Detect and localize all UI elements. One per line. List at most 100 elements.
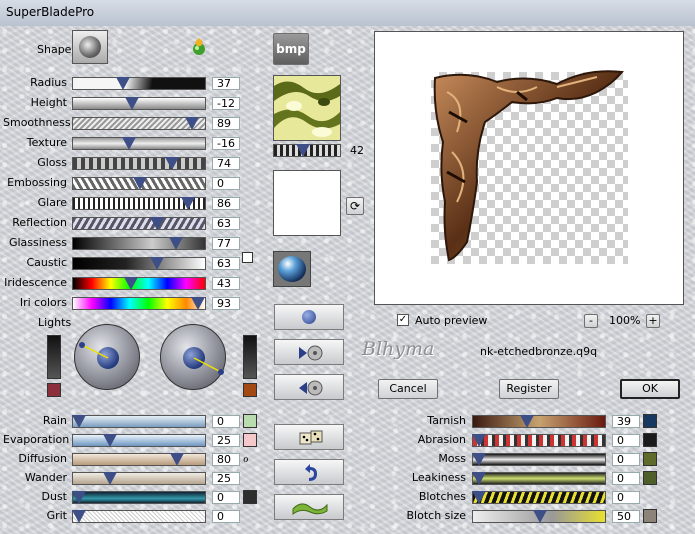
ok-button[interactable]: OK [620,379,680,399]
height-slider-thumb[interactable] [124,97,139,110]
moss-color-swatch[interactable] [643,452,657,466]
dust-color-swatch[interactable] [243,490,257,504]
diffusion-link-icon[interactable]: ℴ [243,451,249,465]
glare-slider[interactable] [72,197,206,210]
glassiness-slider-thumb[interactable] [169,237,184,250]
diffusion-slider-thumb[interactable] [169,453,184,466]
rain-label: Rain [42,414,67,427]
right-light-intensity[interactable] [243,335,257,379]
leakiness-slider[interactable] [472,472,606,485]
smoothness-slider[interactable] [72,117,206,130]
title-bar: SuperBladePro [0,0,695,27]
rain-value: 0 [212,415,240,428]
moss-slider[interactable] [472,453,606,466]
evaporation-slider-thumb[interactable] [102,434,117,447]
evaporation-slider[interactable] [72,434,206,447]
texture-scale-thumb[interactable] [295,144,310,157]
environment-map-box[interactable] [273,170,341,236]
iridescence-slider[interactable] [72,277,206,290]
caustic-slider[interactable] [72,257,206,270]
rain-color-swatch[interactable] [243,414,257,428]
wave-button[interactable] [274,494,344,520]
randomize-button[interactable] [274,424,344,450]
glassiness-slider[interactable] [72,237,206,250]
blotch-size-color-swatch[interactable] [643,509,657,523]
wander-slider[interactable] [72,472,206,485]
caustic-slider-thumb[interactable] [150,257,165,270]
moss-value: 0 [612,453,640,466]
abrasion-slider[interactable] [472,434,606,447]
gloss-value: 74 [212,157,240,170]
abrasion-color-swatch[interactable] [643,433,657,447]
wander-slider-thumb[interactable] [102,472,117,485]
height-slider[interactable] [72,97,206,110]
rain-slider-thumb[interactable] [72,415,86,428]
dust-label: Dust [41,490,68,503]
zoom-out-button[interactable]: - [584,314,598,328]
iridescence-slider-thumb[interactable] [123,277,138,290]
caustic-option-box[interactable] [242,252,253,263]
reflection-slider-thumb[interactable] [150,217,165,230]
blotch-size-slider-thumb[interactable] [533,510,547,523]
smoothness-slider-thumb[interactable] [185,117,200,130]
gloss-slider-thumb[interactable] [165,157,180,170]
right-light-color-swatch[interactable] [243,383,257,397]
glare-slider-thumb[interactable] [181,197,196,210]
embossing-slider-thumb[interactable] [133,177,147,190]
bmp-button[interactable]: bmp [273,33,309,65]
diffusion-slider[interactable] [72,453,206,466]
iri-colors-slider-thumb[interactable] [190,297,205,310]
rain-slider[interactable] [72,415,206,428]
blotch-size-slider[interactable] [472,510,606,523]
radius-slider[interactable] [72,77,206,90]
texture-slider-thumb[interactable] [122,137,137,150]
auto-preview-checkbox[interactable]: ✓ [397,314,409,326]
abrasion-label: Abrasion [417,433,466,446]
leakiness-color-swatch[interactable] [643,471,657,485]
radius-slider-thumb[interactable] [115,77,130,90]
dust-slider-thumb[interactable] [72,491,86,504]
embossing-slider[interactable] [72,177,206,190]
cancel-button[interactable]: Cancel [378,379,438,399]
texture-slider[interactable] [72,137,206,150]
left-light-indicator [79,342,109,359]
grit-slider-thumb[interactable] [72,510,86,523]
environment-ball-button[interactable] [273,251,311,287]
grit-slider[interactable] [72,510,206,523]
shape-gem-icon[interactable] [191,38,207,56]
leakiness-slider-thumb[interactable] [472,472,486,485]
dust-slider[interactable] [72,491,206,504]
preview-canvas[interactable] [374,31,684,305]
iri-colors-slider[interactable] [72,297,206,310]
right-light-direction-knob[interactable] [160,324,226,390]
wander-value: 25 [212,472,240,485]
shape-button[interactable] [72,30,108,64]
undo-button[interactable] [274,459,344,485]
refresh-icon[interactable]: ⟳ [346,197,364,215]
save-preset-button[interactable] [274,374,344,400]
reflection-slider[interactable] [72,217,206,230]
left-light-intensity[interactable] [47,335,61,379]
gloss-slider[interactable] [72,157,206,170]
reflection-value: 63 [212,217,240,230]
texture-scale-slider[interactable] [273,144,341,157]
left-light-color-swatch[interactable] [47,383,61,397]
evaporation-color-swatch[interactable] [243,433,257,447]
blotches-value: 0 [612,491,640,504]
tarnish-slider[interactable] [472,415,606,428]
left-light-direction-knob[interactable] [74,324,140,390]
blotches-slider[interactable] [472,491,606,504]
moss-slider-thumb[interactable] [472,453,486,466]
height-label: Height [30,96,67,109]
abrasion-slider-thumb[interactable] [472,434,486,447]
blotch-size-value: 50 [612,510,640,523]
next-preset-button[interactable] [274,339,344,365]
register-button[interactable]: Register [499,379,559,399]
texture-swatch[interactable] [273,75,341,141]
tarnish-color-swatch[interactable] [643,414,657,428]
gloss-label: Gloss [37,156,67,169]
tarnish-slider-thumb[interactable] [519,415,534,428]
zoom-in-button[interactable]: + [646,314,660,328]
render-sphere-button[interactable] [274,304,344,330]
blotches-slider-thumb[interactable] [472,491,486,504]
